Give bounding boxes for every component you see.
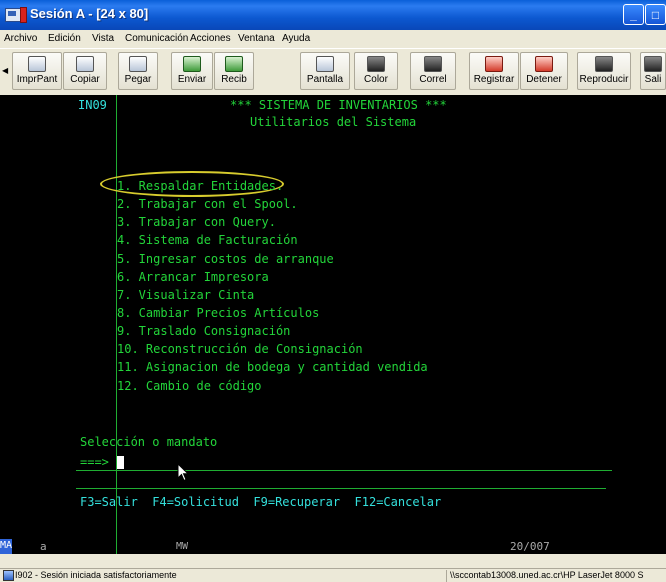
- menu-option-10[interactable]: 10. Reconstrucción de Consignación: [117, 342, 363, 356]
- toolbar-label: Detener: [526, 74, 562, 85]
- input-underline: [76, 470, 612, 471]
- menu-archivo[interactable]: Archivo: [4, 33, 37, 44]
- toolbar-label: Enviar: [177, 74, 207, 85]
- menu-option-11[interactable]: 11. Asignacion de bodega y cantidad vend…: [117, 360, 428, 374]
- toolbar-label: Pantalla: [306, 74, 344, 85]
- toolbar-label: Color: [364, 74, 388, 85]
- prompt-arrow: ===>: [80, 455, 109, 469]
- session-icon: [5, 8, 21, 22]
- mouse-pointer-icon: [177, 463, 190, 482]
- maximize-button[interactable]: □: [645, 4, 666, 25]
- title-bar[interactable]: Sesión A - [24 x 80] _ □: [0, 0, 666, 30]
- toolbar-label: Copiar: [70, 74, 100, 85]
- window-title: Sesión A - [24 x 80]: [30, 6, 149, 21]
- prompt-label: Selección o mandato: [80, 435, 218, 449]
- menu-ayuda[interactable]: Ayuda: [282, 33, 310, 44]
- menu-option-5[interactable]: 5. Ingresar costos de arranque: [117, 252, 334, 266]
- session-indicator-icon: [20, 7, 27, 23]
- toolbar-label: Registrar: [473, 74, 515, 85]
- paste-icon: [129, 56, 147, 72]
- session-status-icon: [3, 570, 14, 581]
- correl-icon: [424, 56, 442, 72]
- oia-ma: MA: [0, 539, 12, 554]
- toolbar-label: Correl: [419, 74, 447, 85]
- toolbar-button-imprpant[interactable]: ImprPant: [12, 52, 62, 90]
- menu-option-9[interactable]: 9. Traslado Consignación: [117, 324, 290, 338]
- minimize-button[interactable]: _: [623, 4, 644, 25]
- oia-mw: MW: [176, 541, 189, 552]
- menu-bar: Archivo Edición Vista Comunicación Accio…: [0, 30, 666, 48]
- receive-icon: [225, 56, 243, 72]
- screen-title: *** SISTEMA DE INVENTARIOS ***: [230, 98, 447, 112]
- exit-icon: [644, 56, 662, 72]
- menu-option-12[interactable]: 12. Cambio de código: [117, 379, 262, 393]
- play-icon: [595, 56, 613, 72]
- stop-icon: [535, 56, 553, 72]
- toolbar-label: Recib: [221, 74, 247, 85]
- menu-option-6[interactable]: 6. Arrancar Impresora: [117, 270, 269, 284]
- toolbar-button-salir[interactable]: Sali: [640, 52, 666, 90]
- toolbar-label: Pegar: [124, 74, 152, 85]
- status-bar: I902 - Sesión iniciada satisfactoriament…: [0, 568, 666, 582]
- toolbar-label: ImprPant: [16, 74, 58, 85]
- menu-vista[interactable]: Vista: [92, 33, 114, 44]
- printer-info: \\sccontab13008.uned.ac.cr\HP LaserJet 8…: [450, 570, 644, 580]
- terminal-screen[interactable]: IN09 *** SISTEMA DE INVENTARIOS *** Util…: [0, 95, 666, 554]
- copy-icon: [76, 56, 94, 72]
- emulator-window: Sesión A - [24 x 80] _ □ Archivo Edición…: [0, 0, 666, 582]
- menu-option-3[interactable]: 3. Trabajar con Query.: [117, 215, 276, 229]
- screen-subtitle: Utilitarios del Sistema: [250, 115, 417, 129]
- text-cursor: [117, 456, 124, 469]
- toolbar-label: Reproducir: [579, 74, 629, 85]
- menu-ventana[interactable]: Ventana: [238, 33, 275, 44]
- display-icon: [316, 56, 334, 72]
- toolbar-button-copiar[interactable]: Copiar: [63, 52, 107, 90]
- toolbar-button-color[interactable]: Color: [354, 52, 398, 90]
- record-icon: [485, 56, 503, 72]
- oia-session: a: [40, 540, 47, 553]
- menu-option-4[interactable]: 4. Sistema de Facturación: [117, 233, 298, 247]
- toolbar-button-registrar[interactable]: Registrar: [469, 52, 519, 90]
- screen-id: IN09: [78, 98, 107, 112]
- menu-acciones[interactable]: Acciones: [190, 33, 231, 44]
- menu-option-7[interactable]: 7. Visualizar Cinta: [117, 288, 254, 302]
- toolbar-button-correl[interactable]: Correl: [410, 52, 456, 90]
- function-keys[interactable]: F3=Salir F4=Solicitud F9=Recuperar F12=C…: [80, 495, 441, 509]
- toolbar-button-pantalla[interactable]: Pantalla: [300, 52, 350, 90]
- menu-option-2[interactable]: 2. Trabajar con el Spool.: [117, 197, 298, 211]
- toolbar-button-recib[interactable]: Recib: [214, 52, 254, 90]
- toolbar-label: Sali: [644, 74, 662, 85]
- color-icon: [367, 56, 385, 72]
- toolbar-button-reproducir[interactable]: Reproducir: [577, 52, 631, 90]
- menu-option-1[interactable]: 1. Respaldar Entidades.: [117, 179, 283, 193]
- menu-option-8[interactable]: 8. Cambiar Precios Artículos: [117, 306, 319, 320]
- print-screen-icon: [28, 56, 46, 72]
- toolbar: ◀ ImprPant Copiar Pegar Enviar Recib Pan…: [0, 48, 666, 96]
- toolbar-scroll-left-icon[interactable]: ◀: [2, 66, 8, 75]
- cursor-position: 20/007: [510, 540, 550, 553]
- send-icon: [183, 56, 201, 72]
- status-message: I902 - Sesión iniciada satisfactoriament…: [15, 570, 177, 580]
- separator-line: [76, 488, 606, 489]
- toolbar-button-enviar[interactable]: Enviar: [171, 52, 213, 90]
- status-separator: [446, 570, 447, 582]
- menu-edicion[interactable]: Edición: [48, 33, 81, 44]
- toolbar-button-detener[interactable]: Detener: [520, 52, 568, 90]
- menu-comunicacion[interactable]: Comunicación: [125, 33, 188, 44]
- toolbar-button-pegar[interactable]: Pegar: [118, 52, 158, 90]
